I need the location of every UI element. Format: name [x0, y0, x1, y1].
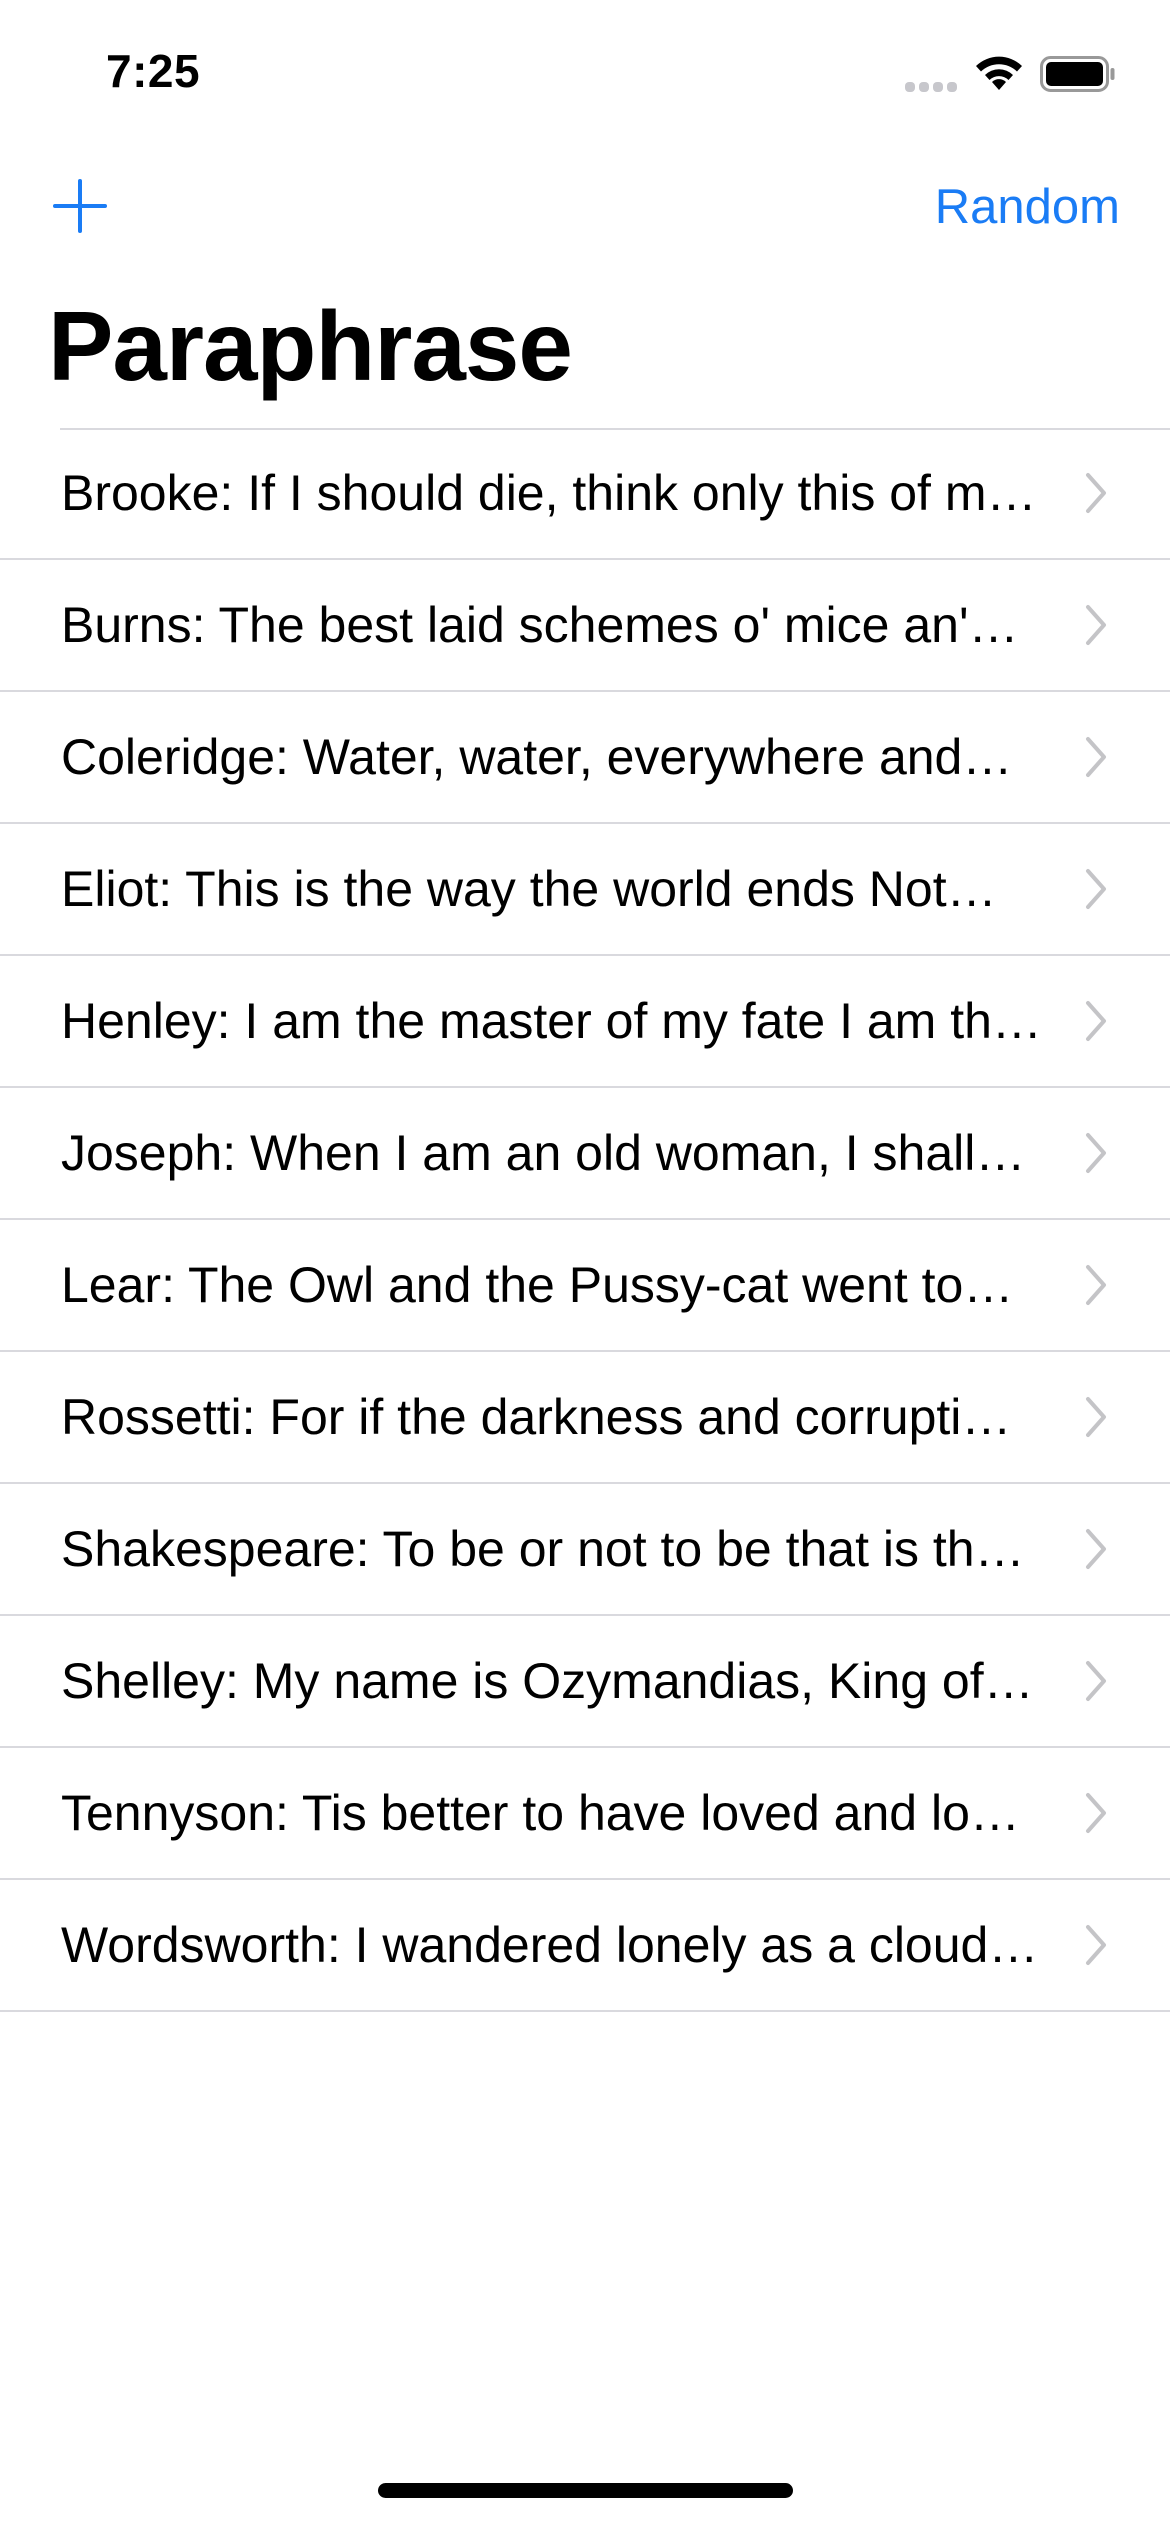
list-item-label: Shakespeare: To be or not to be that is … — [61, 1521, 1025, 1577]
chevron-right-icon — [1086, 1925, 1106, 1965]
chevron-right-icon — [1086, 869, 1106, 909]
chevron-right-icon — [1086, 1661, 1106, 1701]
home-indicator[interactable] — [378, 2483, 793, 2498]
list-item[interactable]: Shakespeare: To be or not to be that is … — [0, 1484, 1170, 1616]
chevron-right-icon — [1086, 1001, 1106, 1041]
list-item-label: Shelley: My name is Ozymandias, King of… — [61, 1653, 1034, 1709]
list-item[interactable]: Shelley: My name is Ozymandias, King of… — [0, 1616, 1170, 1748]
list-item[interactable]: Lear: The Owl and the Pussy-cat went to… — [0, 1220, 1170, 1352]
poem-list: Brooke: If I should die, think only this… — [0, 428, 1170, 2012]
list-item-label: Henley: I am the master of my fate I am … — [61, 993, 1042, 1049]
battery-icon — [1040, 56, 1115, 92]
list-item-label: Burns: The best laid schemes o' mice an'… — [61, 597, 1019, 653]
status-time: 7:25 — [106, 45, 201, 97]
list-item[interactable]: Wordsworth: I wandered lonely as a cloud… — [0, 1880, 1170, 2012]
chevron-right-icon — [1086, 737, 1106, 777]
list-item-label: Brooke: If I should die, think only this… — [61, 465, 1037, 521]
list-item-label: Wordsworth: I wandered lonely as a cloud… — [61, 1917, 1039, 1973]
list-item[interactable]: Henley: I am the master of my fate I am … — [0, 956, 1170, 1088]
chevron-right-icon — [1086, 1133, 1106, 1173]
list-item[interactable]: Joseph: When I am an old woman, I shall… — [0, 1088, 1170, 1220]
list-item[interactable]: Tennyson: Tis better to have loved and l… — [0, 1748, 1170, 1880]
list-item[interactable]: Rossetti: For if the darkness and corrup… — [0, 1352, 1170, 1484]
wifi-icon — [976, 56, 1022, 90]
list-item[interactable]: Coleridge: Water, water, everywhere and… — [0, 692, 1170, 824]
list-item-label: Rossetti: For if the darkness and corrup… — [61, 1389, 1012, 1445]
list-item-label: Tennyson: Tis better to have loved and l… — [61, 1785, 1020, 1841]
list-item-label: Joseph: When I am an old woman, I shall… — [61, 1125, 1026, 1181]
list-item-label: Coleridge: Water, water, everywhere and… — [61, 729, 1013, 785]
list-item[interactable]: Burns: The best laid schemes o' mice an'… — [0, 560, 1170, 692]
list-item-label: Eliot: This is the way the world ends No… — [61, 861, 997, 917]
page-title: Paraphrase — [48, 291, 573, 401]
list-item-label: Lear: The Owl and the Pussy-cat went to… — [61, 1257, 1014, 1313]
add-button[interactable] — [50, 176, 110, 236]
chevron-right-icon — [1086, 1793, 1106, 1833]
random-button[interactable]: Random — [935, 177, 1120, 237]
status-bar: 7:25 — [0, 0, 1170, 150]
list-item[interactable]: Brooke: If I should die, think only this… — [0, 428, 1170, 560]
chevron-right-icon — [1086, 1265, 1106, 1305]
chevron-right-icon — [1086, 1529, 1106, 1569]
list-item[interactable]: Eliot: This is the way the world ends No… — [0, 824, 1170, 956]
chevron-right-icon — [1086, 1397, 1106, 1437]
chevron-right-icon — [1086, 605, 1106, 645]
chevron-right-icon — [1086, 473, 1106, 513]
cellular-signal-icon — [905, 82, 957, 92]
